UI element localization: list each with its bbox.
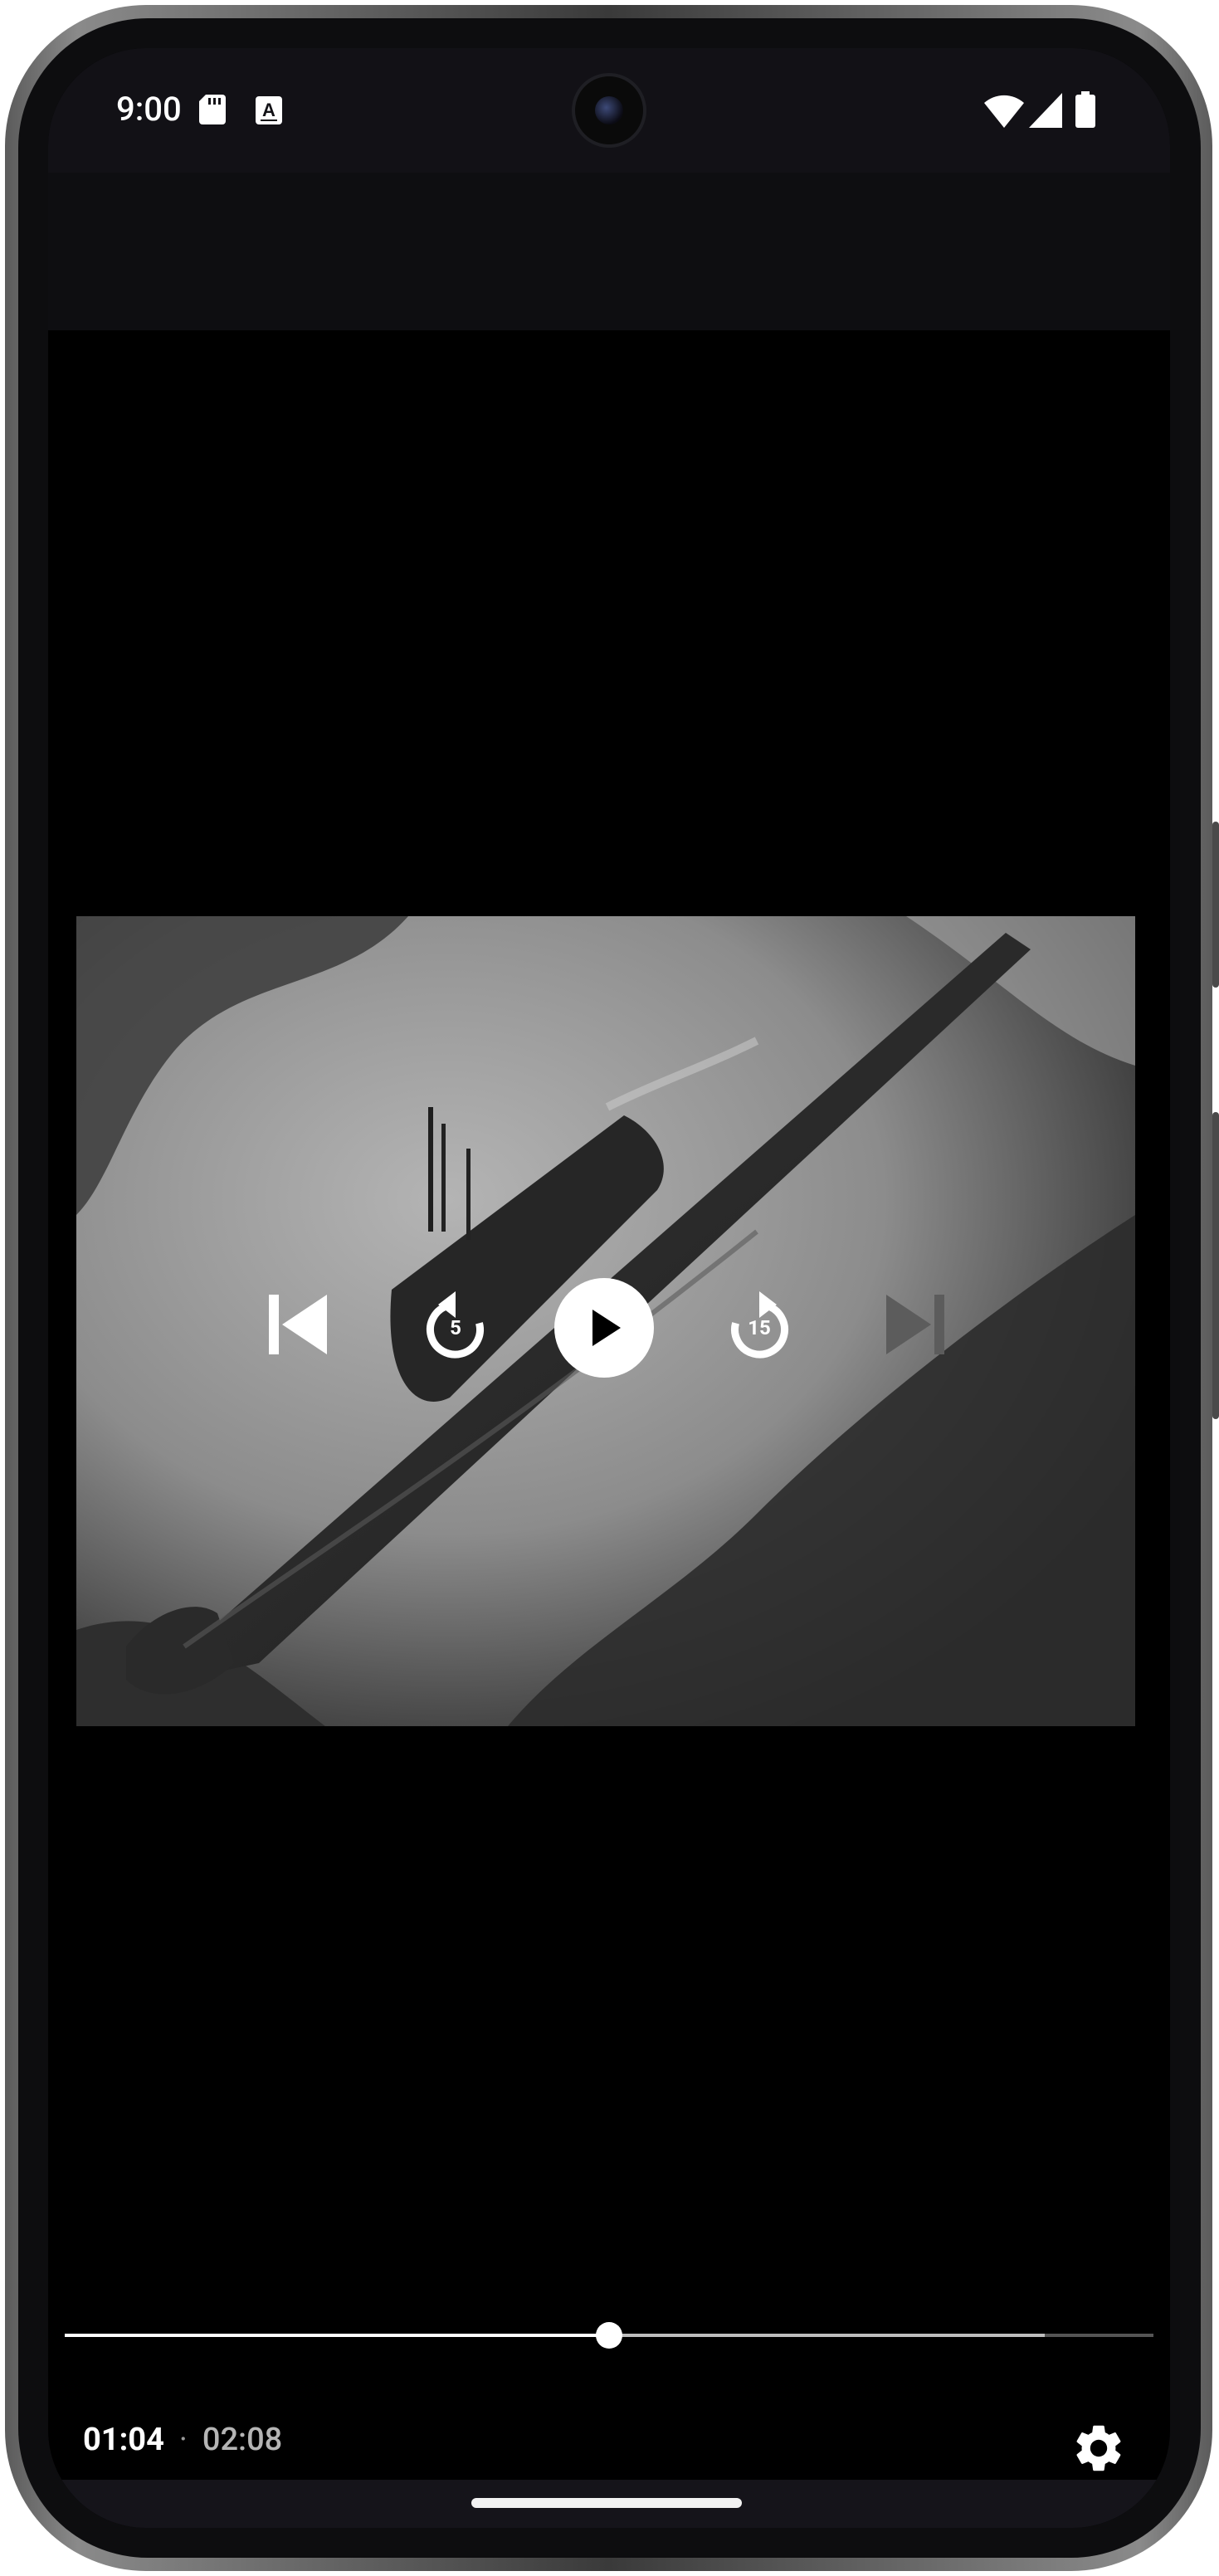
- svg-text:A: A: [262, 100, 275, 120]
- home-gesture-handle[interactable]: [471, 2498, 742, 2508]
- battery-icon: [1075, 91, 1095, 128]
- rewind-seconds-label: 5: [450, 1316, 461, 1339]
- power-button: [1212, 822, 1219, 988]
- screen: 9:00 A 5 15 01:04 · 02:08: [48, 48, 1170, 2528]
- skip-next-button[interactable]: [883, 1290, 949, 1359]
- time-separator: ·: [178, 2422, 188, 2458]
- skip-next-icon: [886, 1295, 944, 1354]
- seek-progress: [65, 2334, 609, 2337]
- play-icon: [554, 1278, 654, 1378]
- sd-card-icon: [199, 95, 226, 124]
- text-a-icon: A: [256, 96, 282, 124]
- wifi-icon: [984, 95, 1024, 128]
- volume-rocker: [1212, 1112, 1219, 1419]
- status-time: 9:00: [116, 90, 182, 129]
- skip-previous-icon: [269, 1295, 327, 1354]
- gear-icon[interactable]: [1070, 2420, 1127, 2476]
- skip-previous-button[interactable]: [264, 1290, 330, 1359]
- time-display: 01:04 · 02:08: [83, 2422, 282, 2471]
- player-top-bar: [48, 173, 1170, 330]
- forward-seconds-label: 15: [748, 1316, 771, 1339]
- cell-signal-icon: [1029, 93, 1062, 128]
- current-time: 01:04: [83, 2422, 164, 2458]
- front-camera: [572, 73, 646, 148]
- play-button[interactable]: [554, 1278, 654, 1378]
- phone-device: 9:00 A 5 15 01:04 · 02:08: [0, 0, 1219, 2576]
- forward-15-button[interactable]: 15: [722, 1288, 797, 1363]
- seek-bar[interactable]: [65, 2312, 1153, 2362]
- total-duration: 02:08: [202, 2422, 283, 2458]
- rewind-5-button[interactable]: 5: [418, 1288, 493, 1363]
- status-bar: 9:00 A: [48, 48, 1170, 173]
- seek-thumb[interactable]: [596, 2322, 622, 2349]
